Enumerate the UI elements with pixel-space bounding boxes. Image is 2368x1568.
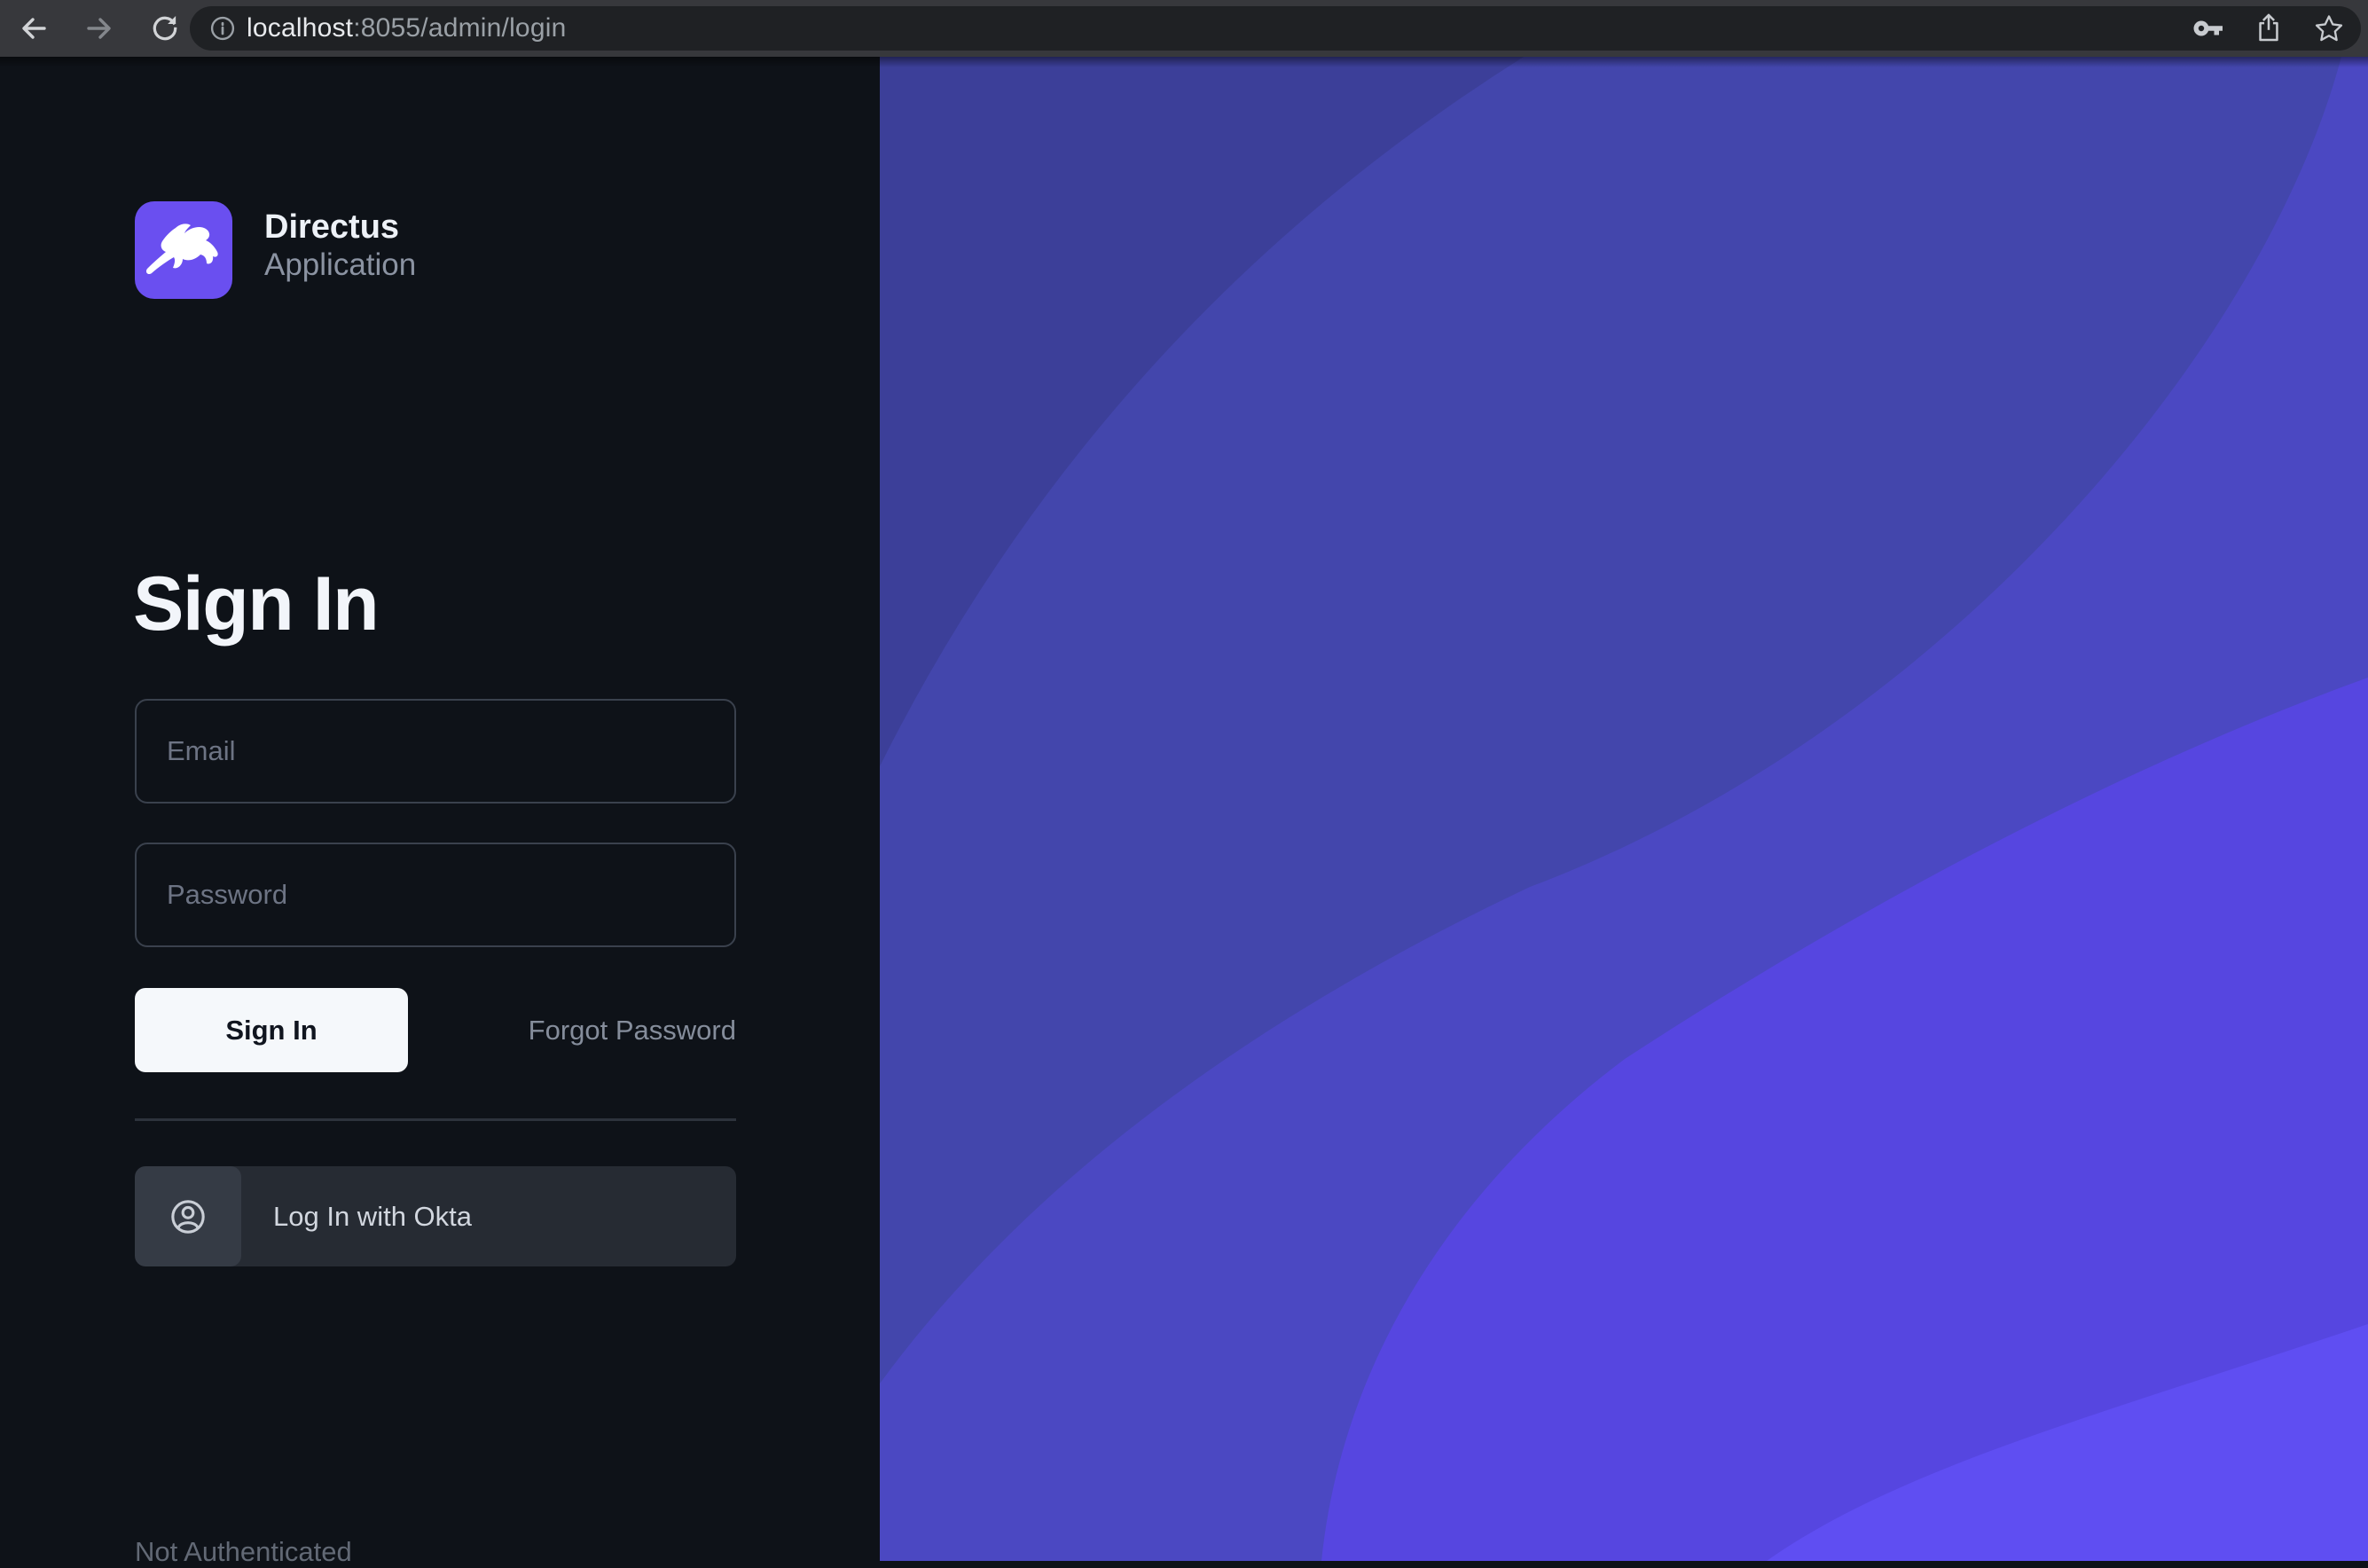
forward-button[interactable] bbox=[82, 11, 117, 46]
art-panel bbox=[880, 57, 2368, 1561]
okta-login-button[interactable]: Log In with Okta bbox=[135, 1166, 736, 1266]
share-icon bbox=[2253, 12, 2285, 44]
forward-icon bbox=[83, 12, 115, 44]
status-text: Not Authenticated bbox=[135, 1536, 352, 1568]
omnibox-actions bbox=[2191, 11, 2354, 46]
url-host: localhost bbox=[247, 13, 353, 43]
sso-label: Log In with Okta bbox=[273, 1201, 472, 1233]
reload-button[interactable] bbox=[147, 11, 183, 46]
share-button[interactable] bbox=[2251, 11, 2286, 46]
password-manager-button[interactable] bbox=[2191, 11, 2226, 46]
back-icon bbox=[18, 12, 50, 44]
address-bar[interactable]: localhost:8055/admin/login bbox=[190, 6, 2361, 51]
bookmark-button[interactable] bbox=[2311, 11, 2347, 46]
divider bbox=[135, 1118, 736, 1121]
brand-subtitle: Application bbox=[264, 247, 416, 284]
diagonal-bands-art bbox=[880, 57, 2368, 1561]
back-button[interactable] bbox=[16, 11, 51, 46]
browser-toolbar: localhost:8055/admin/login bbox=[0, 0, 2368, 57]
sign-in-button[interactable]: Sign In bbox=[135, 988, 408, 1072]
sso-icon-box bbox=[135, 1166, 241, 1266]
account-circle-icon bbox=[165, 1194, 211, 1240]
email-field[interactable] bbox=[135, 699, 736, 804]
password-key-icon bbox=[2192, 16, 2225, 41]
url-path: :8055/admin/login bbox=[353, 13, 566, 43]
reload-icon bbox=[149, 12, 181, 44]
forgot-password-link[interactable]: Forgot Password bbox=[408, 988, 736, 1072]
site-info-icon[interactable] bbox=[208, 13, 238, 43]
login-panel: Directus Application Sign In Sign In For… bbox=[0, 57, 880, 1561]
page-title: Sign In bbox=[133, 564, 378, 644]
password-field[interactable] bbox=[135, 843, 736, 947]
bookmark-star-icon bbox=[2313, 12, 2345, 44]
directus-logo bbox=[135, 201, 232, 299]
url-text: localhost:8055/admin/login bbox=[247, 13, 566, 43]
brand-name: Directus bbox=[264, 208, 399, 248]
directus-rabbit-icon bbox=[135, 201, 232, 299]
